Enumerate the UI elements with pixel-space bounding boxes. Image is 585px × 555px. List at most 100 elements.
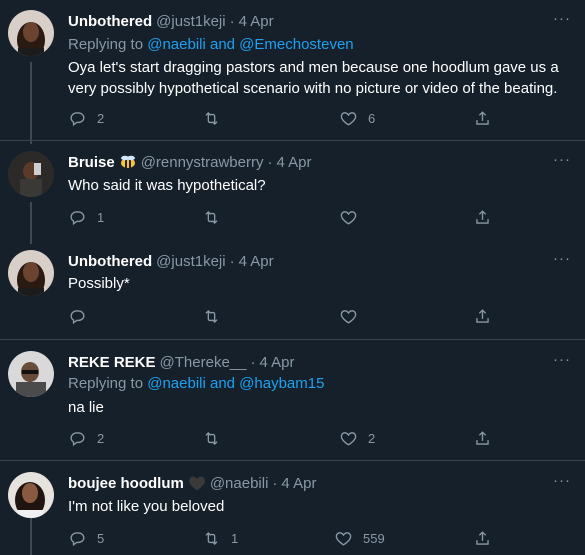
retweet-button[interactable] [202,428,231,448]
user-handle[interactable]: @just1keji [156,253,225,270]
reply-button[interactable]: 2 [68,428,104,448]
share-icon [476,530,489,545]
tweet-header: REKE REKE @Thereke__ · 4 Apr [68,351,295,373]
tweet[interactable]: REKE REKE @Thereke__ · 4 Apr ··· Replyin… [0,351,585,451]
separator-dot: · [229,252,235,270]
avatar[interactable] [8,10,54,56]
like-button[interactable] [339,306,368,326]
display-name[interactable]: Unbothered [68,13,152,30]
tweet[interactable]: Unbothered @just1keji · 4 Apr ··· Possib… [0,250,585,330]
timestamp[interactable]: 4 Apr [239,13,274,30]
retweet-icon [205,210,218,224]
replying-to-links[interactable]: @naebili and @haybam15 [147,375,324,392]
timestamp[interactable]: 4 Apr [259,354,294,371]
replying-to-links[interactable]: @naebili and @Emechosteven [147,36,353,53]
like-button[interactable]: 2 [339,428,375,448]
tweet-actions: 2 2 [68,428,568,448]
retweet-button[interactable] [202,108,231,128]
reply-count: 2 [97,110,105,126]
like-button[interactable]: 6 [339,108,375,128]
more-options-icon[interactable]: ··· [553,10,571,27]
reply-button[interactable]: 1 [68,207,104,227]
like-count: 6 [368,110,376,126]
retweet-button[interactable]: 1 [202,528,238,548]
reply-button[interactable]: 2 [68,108,104,128]
heart-icon [340,309,357,324]
separator-dot: · [272,474,278,492]
tweet-text: Who said it was hypothetical? [68,177,266,194]
tweet[interactable]: boujee hoodlum @naebili · 4 Apr ··· I'm … [0,472,585,555]
retweet-button[interactable] [202,306,231,326]
reply-icon [70,210,85,225]
tweet[interactable]: Unbothered @just1keji · 4 Apr ··· Replyi… [0,10,585,135]
black-heart-icon [188,475,206,491]
reply-icon [70,431,85,446]
share-button[interactable] [473,528,492,548]
heart-icon [335,531,352,546]
bee-emoji-icon [119,155,137,169]
tweet-actions [68,306,568,326]
heart-icon [340,111,357,126]
retweet-icon [205,431,218,445]
retweet-icon [205,111,218,125]
tweet-header: Unbothered @just1keji · 4 Apr [68,250,274,272]
replying-to: Replying to @naebili and @haybam15 [68,375,324,392]
divider [0,140,585,141]
reply-count: 2 [97,430,105,446]
divider [0,460,585,461]
user-handle[interactable]: @rennystrawberry [141,154,264,171]
tweet[interactable]: Bruise @rennystrawberry · 4 Apr ··· Who … [0,151,585,231]
like-button[interactable]: 559 [334,528,385,548]
tweet-text: I'm not like you beloved [68,498,225,515]
like-button[interactable] [339,207,368,227]
tweet-actions: 5 1 559 [68,528,568,548]
retweet-button[interactable] [202,207,231,227]
display-name[interactable]: REKE REKE [68,354,156,371]
retweet-icon [205,309,218,323]
avatar[interactable] [8,472,54,518]
timestamp[interactable]: 4 Apr [239,253,274,270]
user-handle[interactable]: @Thereke__ [160,354,247,371]
heart-icon [340,431,357,446]
avatar[interactable] [8,151,54,197]
separator-dot: · [250,353,256,371]
display-name[interactable]: Bruise [68,154,115,171]
share-button[interactable] [473,108,492,128]
tweet-text: na lie [68,399,104,416]
tweet-actions: 2 6 [68,108,568,128]
reply-count: 5 [97,530,105,546]
heart-icon [340,210,357,225]
share-button[interactable] [473,207,492,227]
retweet-icon [205,531,218,545]
share-button[interactable] [473,306,492,326]
reply-button[interactable]: 5 [68,528,104,548]
timestamp[interactable]: 4 Apr [281,475,316,492]
user-handle[interactable]: @naebili [210,475,269,492]
more-options-icon[interactable]: ··· [553,351,571,368]
retweet-count: 1 [231,530,239,546]
more-options-icon[interactable]: ··· [553,151,571,168]
reply-button[interactable] [68,306,97,326]
replying-to-label: Replying to [68,375,148,392]
more-options-icon[interactable]: ··· [553,472,571,489]
tweet-text: Oya let's start dragging pastors and men… [68,59,559,97]
separator-dot: · [267,153,273,171]
avatar[interactable] [8,351,54,397]
like-count: 2 [368,430,376,446]
replying-to: Replying to @naebili and @Emechosteven [68,36,354,53]
display-name[interactable]: boujee hoodlum [68,475,184,492]
replying-to-label: Replying to [68,36,148,53]
tweet-header: boujee hoodlum @naebili · 4 Apr [68,472,316,494]
share-icon [476,308,489,323]
more-options-icon[interactable]: ··· [553,250,571,267]
reply-count: 1 [97,209,105,225]
user-handle[interactable]: @just1keji [156,13,225,30]
display-name[interactable]: Unbothered [68,253,152,270]
tweet-header: Bruise @rennystrawberry · 4 Apr [68,151,311,173]
tweet-header: Unbothered @just1keji · 4 Apr [68,10,274,32]
reply-icon [70,309,85,324]
share-button[interactable] [473,428,492,448]
timestamp[interactable]: 4 Apr [276,154,311,171]
tweet-text: Possibly* [68,275,130,292]
avatar[interactable] [8,250,54,296]
